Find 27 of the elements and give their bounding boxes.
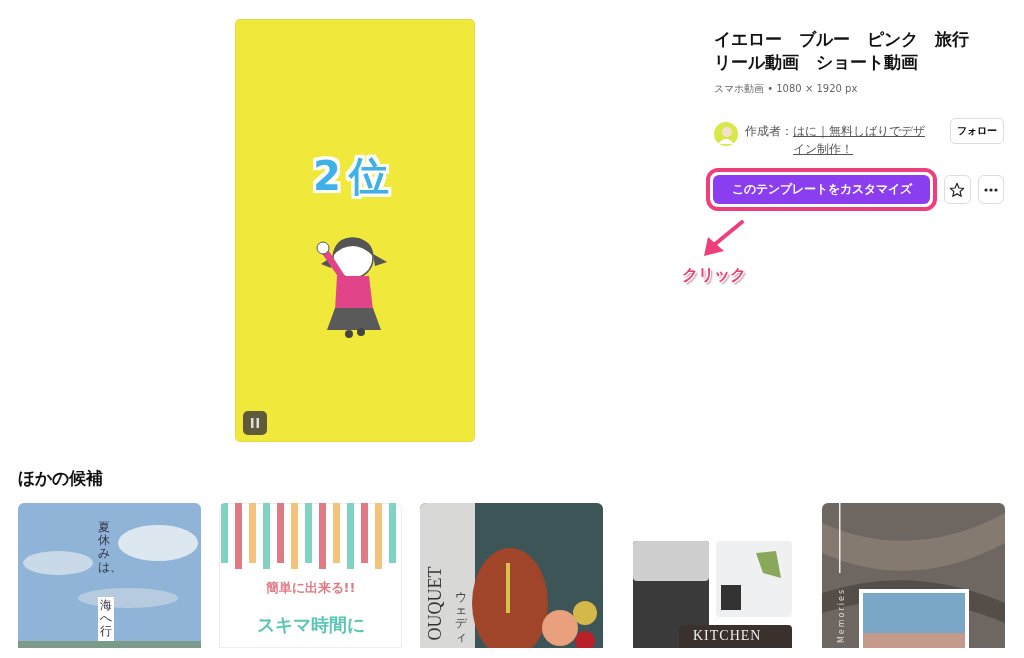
pause-icon <box>251 418 259 428</box>
click-annotation: クリック <box>682 265 746 286</box>
more-button[interactable] <box>977 175 1004 204</box>
template-card[interactable]: Memories <box>822 503 1005 648</box>
more-icon <box>983 187 998 192</box>
customize-button[interactable]: このテンプレートをカスタマイズ <box>713 175 930 204</box>
rank-headline: 2位 <box>313 156 397 196</box>
section-title: ほかの候補 <box>18 467 104 489</box>
template-title: イエロー ブルー ピンク 旅行 <box>714 28 970 51</box>
template-card[interactable]: KITCHEN <box>621 503 804 648</box>
template-meta: スマホ動画 • 1080 × 1920 px <box>714 82 859 96</box>
card-text: OUQUET <box>424 566 446 641</box>
star-icon <box>949 181 966 198</box>
avatar <box>714 122 738 146</box>
card-text: 簡単に出来る!! <box>264 579 357 597</box>
card-text: ウェディ <box>455 591 467 644</box>
card-text: KITCHEN <box>693 628 762 644</box>
template-title: リール動画 ショート動画 <box>714 51 919 74</box>
card-text: Memories <box>837 587 847 644</box>
star-button[interactable] <box>944 175 971 204</box>
creator-link[interactable]: はに｜無料しばりでデザイン制作！ <box>793 122 935 158</box>
follow-button[interactable]: フォロー <box>950 118 1004 144</box>
card-text: スキマ時間に <box>255 613 366 637</box>
pause-button[interactable] <box>243 411 267 435</box>
card-text: 海へ行 <box>98 597 114 641</box>
template-card[interactable]: 夏休みは、 海へ行 <box>18 503 201 648</box>
byline-label: 作成者： <box>745 123 793 140</box>
